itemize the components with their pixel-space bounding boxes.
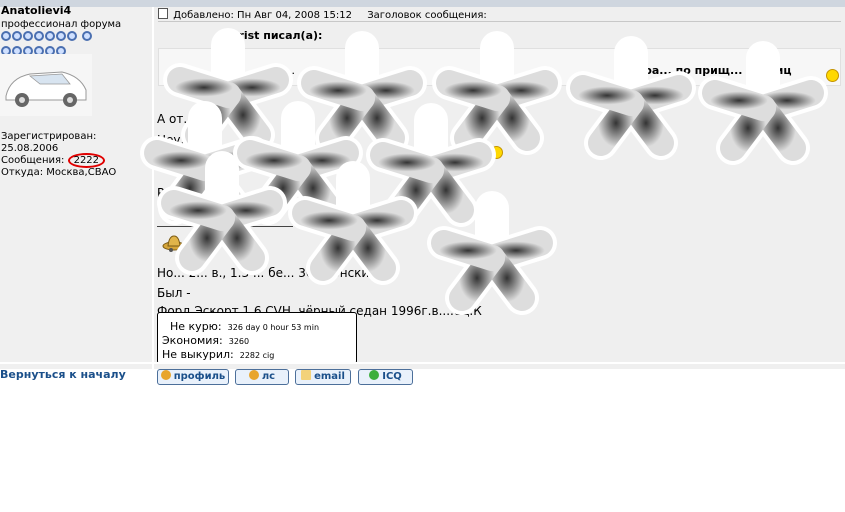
profile-icon (160, 370, 171, 380)
icq-flower-icon (369, 370, 380, 380)
rank-star-icon (12, 31, 22, 41)
profile-button[interactable]: профиль (157, 369, 229, 385)
avatar (0, 54, 92, 116)
post-icon (158, 8, 168, 19)
posts-label: Сообщения: (1, 155, 65, 166)
smile-icon (826, 69, 839, 82)
user-rank: профессионал форума (1, 19, 122, 30)
rank-star-icon (56, 31, 66, 41)
quote-text: л ... ... (260, 64, 296, 77)
back-to-top-link[interactable]: Вернуться к началу (0, 368, 126, 381)
rank-star-icon (67, 31, 77, 41)
post-subject-label: Заголовок сообщения: (367, 10, 487, 21)
counter-label: Не выкурил: (162, 348, 234, 361)
top-bar (0, 0, 845, 7)
quote-author: arist писал(а): (231, 29, 323, 42)
rank-star-icon (81, 31, 92, 41)
counter-row-1: Не курю: 326 day 0 hour 53 min (170, 320, 319, 333)
rank-star-icon (45, 31, 55, 41)
rank-star-icon (34, 31, 44, 41)
users-icon (248, 370, 259, 380)
counter-value: 2282 cig (239, 351, 275, 360)
post-footer-divider (0, 362, 845, 364)
header-divider (158, 21, 841, 22)
registered-date: 25.08.2006 (1, 143, 59, 154)
smile-icon (490, 146, 503, 159)
registered-label: Зарегистрирован: (1, 131, 97, 142)
counter-label: Экономия: (162, 334, 223, 347)
post-added: Добавлено: Пн Авг 04, 2008 15:12 (173, 10, 352, 21)
email-button[interactable]: email (295, 369, 351, 385)
quote-text-bold: вра... по прищ... ию яиц (637, 64, 792, 77)
counter-label: Не курю: (170, 320, 222, 333)
user-location: Откуда: Москва,СВАО (1, 167, 117, 178)
counter-value: 326 day 0 hour 53 min (227, 323, 320, 332)
signature-divider (157, 226, 293, 227)
counter-value: 3260 (228, 337, 250, 346)
post-line-6: Но... 2... в., 1.3 ... бе... 36 японски.… (157, 266, 381, 280)
quit-smoking-counter: Не курю: 326 day 0 hour 53 min Экономия: 3… (157, 312, 357, 364)
user-meta: Зарегистрирован: 25.08.2006 Сообщения: 2… (1, 131, 116, 179)
posts-row: Сообщения: 2222 (1, 153, 116, 168)
posts-count: 2222 (67, 153, 106, 168)
cowboy-hat-icon (162, 235, 186, 252)
car-avatar-icon (5, 71, 87, 107)
icq-button[interactable]: ICQ (358, 369, 413, 385)
pm-button[interactable]: лс (235, 369, 289, 385)
counter-row-3: Не выкурил: 2282 cig (162, 348, 274, 361)
post-line-7: Был - (157, 286, 191, 300)
rank-star-icon (1, 31, 11, 41)
post-line-4: Р... (157, 186, 176, 200)
post-line-1: А от... (157, 112, 195, 126)
envelope-icon (301, 370, 312, 380)
post-line-2: Неу... он... (157, 133, 223, 147)
counter-row-2: Экономия: 3260 (162, 334, 249, 347)
rank-star-icon (23, 31, 33, 41)
username[interactable]: Anatolievi4 (1, 4, 71, 17)
post-header: Добавлено: Пн Авг 04, 2008 15:12 Заголов… (158, 8, 841, 22)
